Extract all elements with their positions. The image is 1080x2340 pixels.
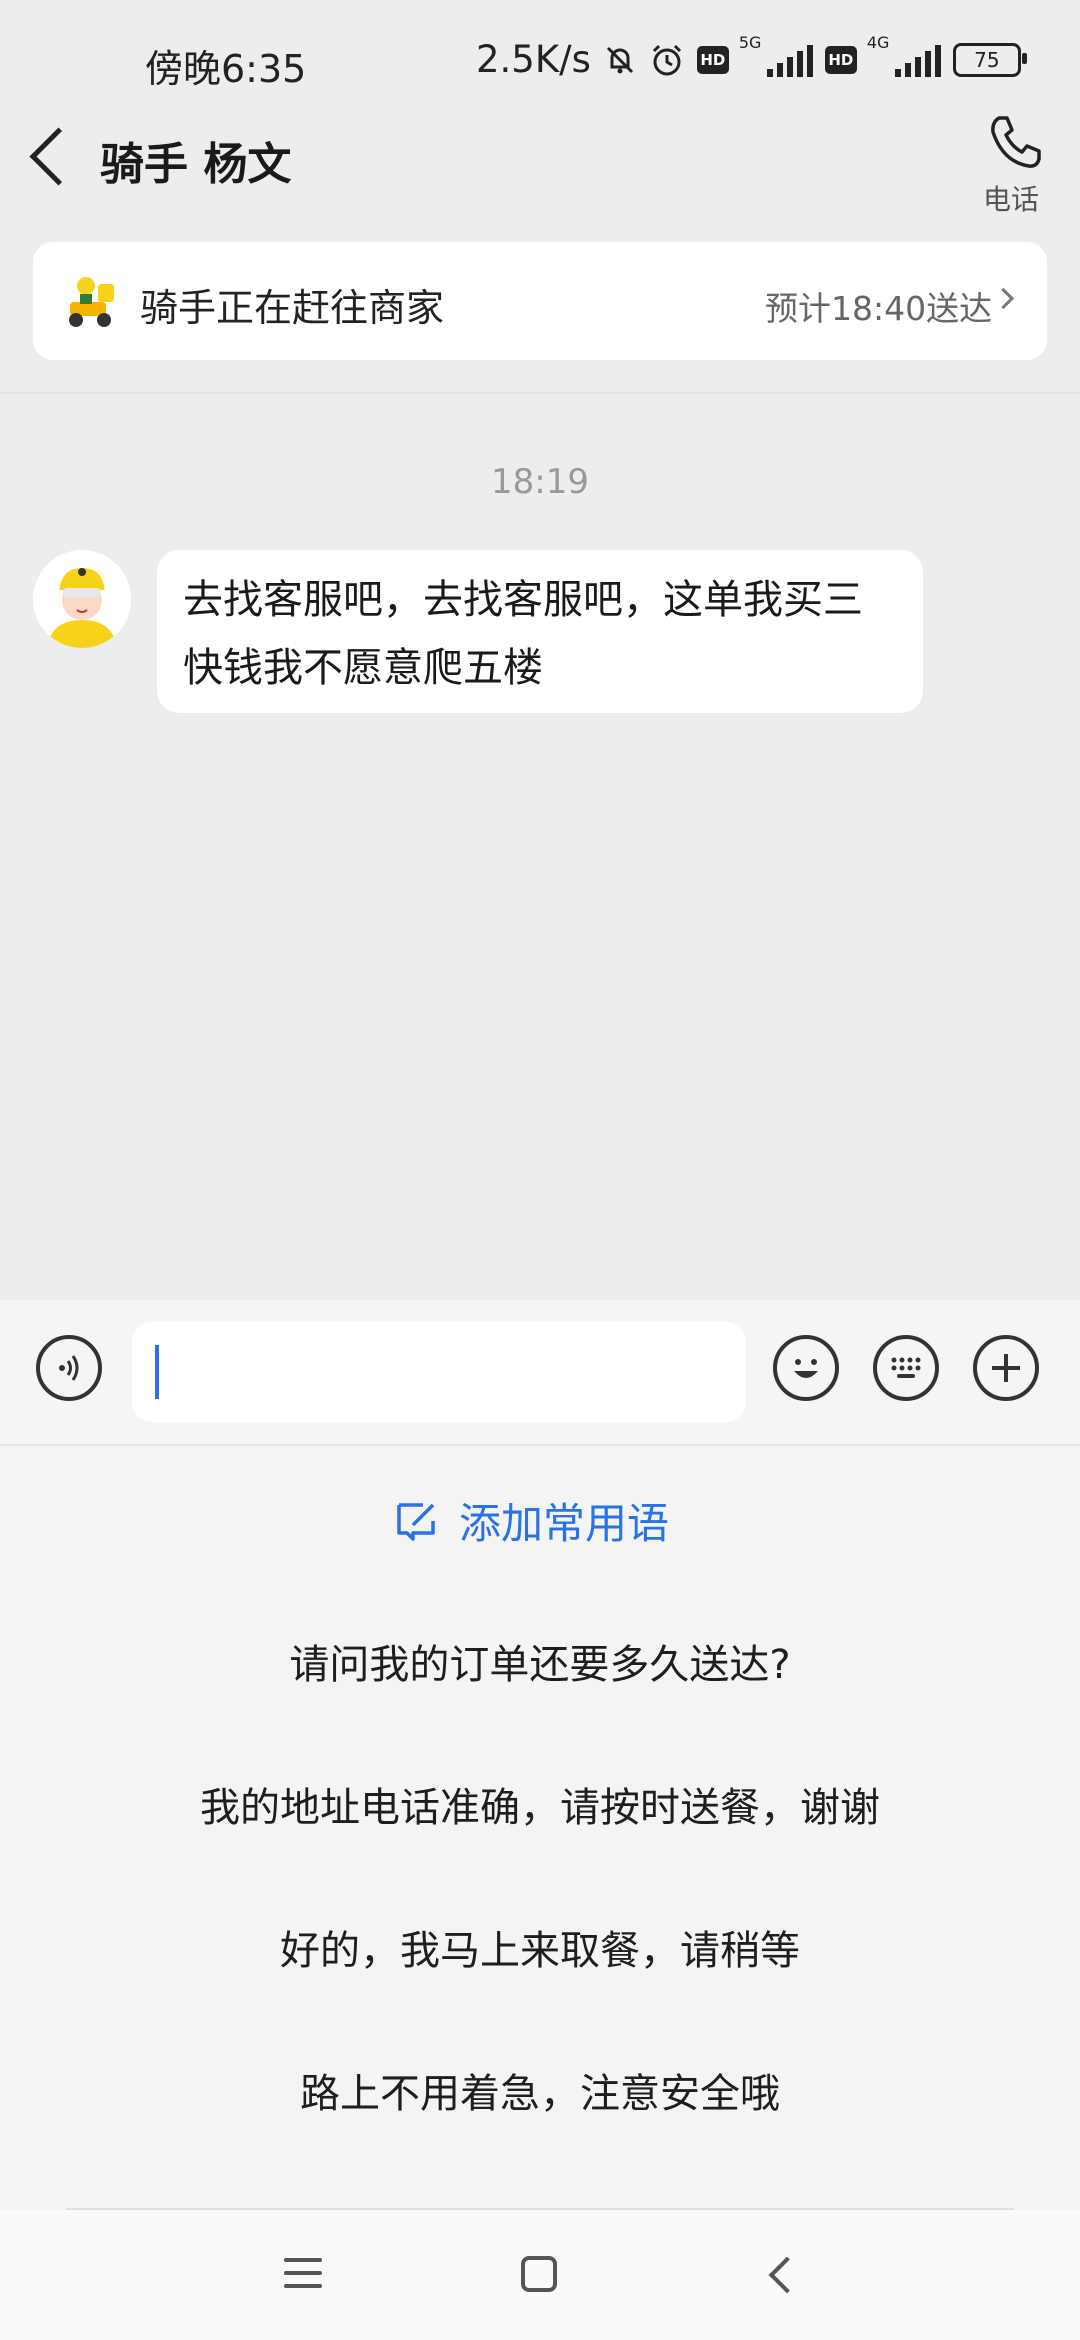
alarm-icon <box>649 42 685 78</box>
chat-message-bubble[interactable]: 去找客服吧，去找客服吧，这单我买三快钱我不愿意爬五楼 <box>157 550 923 713</box>
rider-scooter-icon <box>62 272 120 330</box>
status-time: 傍晚6:35 <box>145 47 307 91</box>
signal-5g-icon: 5G <box>739 33 813 77</box>
voice-button[interactable] <box>36 1335 102 1401</box>
keyboard-icon <box>891 1357 921 1378</box>
hd-icon-2: HD <box>824 45 857 74</box>
back-icon[interactable] <box>29 127 88 186</box>
emoji-button[interactable] <box>773 1335 839 1401</box>
quick-reply-item[interactable]: 路上不用着急，注意安全哦 <box>0 2061 1080 2119</box>
quick-reply-item[interactable]: 请问我的订单还要多久送达? <box>0 1632 1080 1690</box>
quick-reply-item[interactable]: 我的地址电话准确，请按时送餐，谢谢 <box>0 1775 1080 1833</box>
message-input[interactable] <box>132 1322 746 1422</box>
plus-icon <box>992 1354 1020 1382</box>
keyboard-button[interactable] <box>873 1335 939 1401</box>
quick-reply-item[interactable]: 好的，我马上来取餐，请稍等 <box>0 1918 1080 1976</box>
chat-timestamp: 18:19 <box>491 462 589 502</box>
delivery-status-text: 骑手正在赶往商家 <box>140 286 445 330</box>
hd-icon: HD <box>696 45 729 74</box>
add-phrase-button[interactable]: 添加常用语 <box>393 1490 669 1551</box>
battery-icon: 75 <box>952 42 1027 77</box>
edit-icon <box>397 1502 435 1541</box>
phone-icon[interactable] <box>985 112 1045 172</box>
recents-icon[interactable] <box>284 2258 322 2288</box>
delivery-eta: 预计18:40送达 <box>765 289 993 328</box>
signal-4g-icon: 4G <box>867 33 941 77</box>
voice-icon <box>59 1355 79 1381</box>
avatar[interactable] <box>33 550 131 648</box>
status-indicators: 2.5K/s HD 5G HD 4G 75 <box>476 33 1027 81</box>
home-icon[interactable] <box>521 2256 557 2292</box>
phone-label[interactable]: 电话 <box>983 178 1039 218</box>
page-title: 骑手 杨文 <box>100 139 292 190</box>
network-speed: 2.5K/s <box>476 38 591 81</box>
divider <box>0 392 1080 394</box>
mute-bell-icon <box>603 43 637 77</box>
text-caret <box>155 1345 159 1399</box>
add-phrase-label: 添加常用语 <box>459 1499 670 1548</box>
emoji-icon <box>794 1359 818 1378</box>
plus-button[interactable] <box>973 1335 1039 1401</box>
